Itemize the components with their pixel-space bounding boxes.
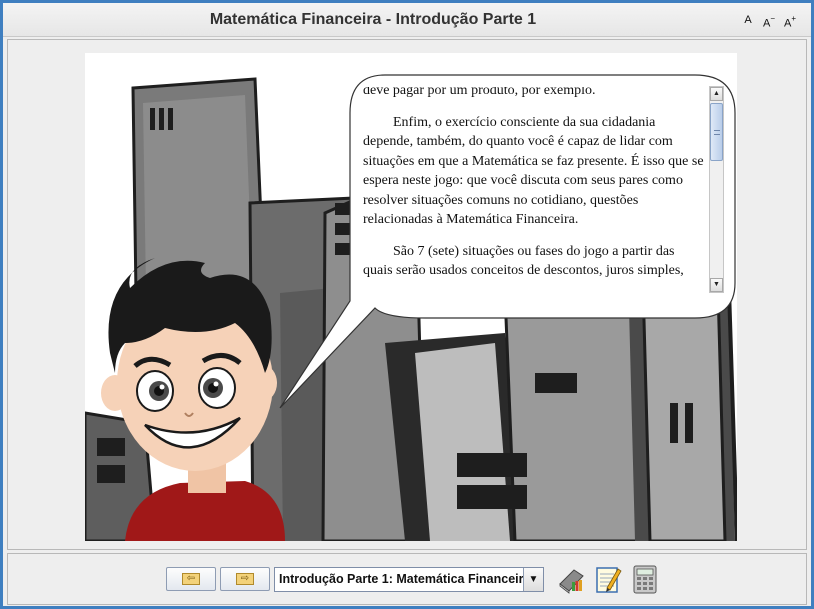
- dialog-paragraph: deve pagar por um produto, por exemplo.: [363, 87, 596, 98]
- section-selected-label: Introdução Parte 1: Matemática Financeir…: [279, 572, 531, 586]
- scroll-up-button[interactable]: ▲: [710, 87, 723, 101]
- scroll-down-button[interactable]: ▼: [710, 278, 723, 292]
- section-dropdown[interactable]: Introdução Parte 1: Matemática Financeir…: [274, 567, 544, 592]
- dialog-paragraph: São 7 (sete) situações ou fases do jogo …: [363, 243, 684, 279]
- chevron-down-icon[interactable]: ▼: [523, 568, 543, 591]
- right-arrow-icon: ⇨: [236, 573, 254, 585]
- app-window: Matemática Financeira - Introdução Parte…: [0, 0, 814, 609]
- previous-button[interactable]: ⇦: [166, 567, 216, 591]
- navigation-bar: ⇦ ⇨ Introdução Parte 1: Matemática Finan…: [7, 553, 807, 605]
- dialog-scrollbar[interactable]: ▲ ▼: [709, 86, 724, 293]
- font-reset-button[interactable]: A: [740, 12, 756, 28]
- notepad-pencil-icon[interactable]: [593, 564, 623, 594]
- font-increase-button[interactable]: A+: [782, 12, 798, 30]
- content-panel: deve pagar por um produto, por exemplo. …: [7, 39, 807, 550]
- title-bar: Matemática Financeira - Introdução Parte…: [3, 3, 811, 37]
- book-icon[interactable]: [556, 564, 586, 594]
- calculator-icon[interactable]: [630, 564, 660, 594]
- window-title: Matemática Financeira - Introdução Parte…: [209, 11, 537, 28]
- dialog-paragraph: Enfim, o exercício consciente da sua cid…: [363, 114, 704, 228]
- left-arrow-icon: ⇦: [182, 573, 200, 585]
- next-button[interactable]: ⇨: [220, 567, 270, 591]
- dialog-text: deve pagar por um produto, por exemplo. …: [363, 87, 708, 300]
- illustration-scene: deve pagar por um produto, por exemplo. …: [85, 53, 737, 541]
- scroll-thumb[interactable]: [710, 103, 723, 161]
- font-decrease-button[interactable]: A−: [761, 12, 777, 30]
